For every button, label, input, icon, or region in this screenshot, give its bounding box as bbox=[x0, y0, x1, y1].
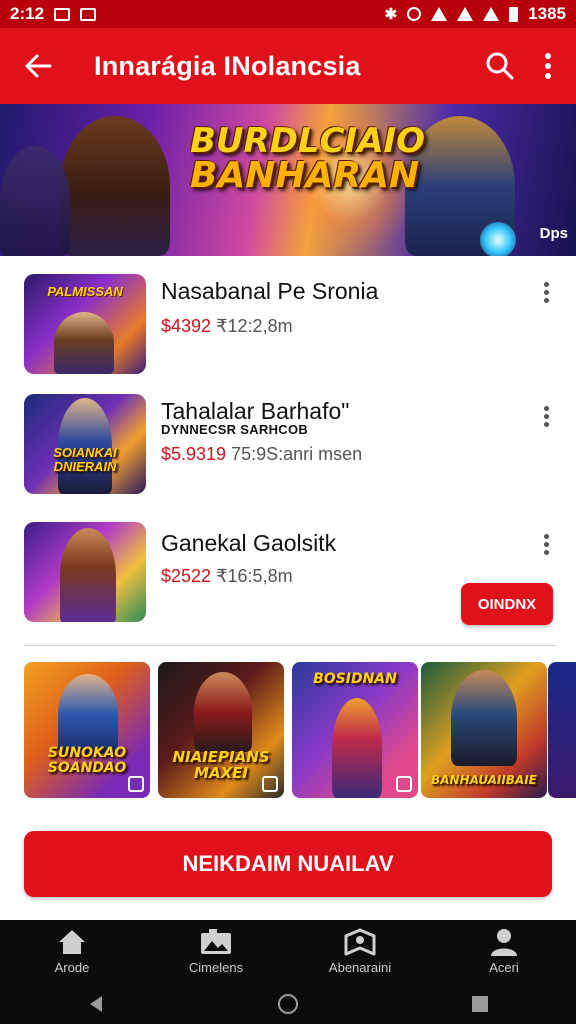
home-icon bbox=[59, 930, 85, 954]
back-triangle-icon[interactable] bbox=[86, 994, 106, 1014]
recents-square-icon[interactable] bbox=[470, 994, 490, 1014]
banner-logo-line2: BANHARAN bbox=[190, 155, 420, 196]
featured-carousel: SUNOKAO SOANDAO NIAIEPIANS MAXEI BOSIDNA… bbox=[0, 662, 576, 800]
list-item[interactable]: SOIANKAI DNIERAIN Tahalalar Barhafo" DYN… bbox=[0, 376, 576, 496]
nav-item-images[interactable]: Cimelens bbox=[144, 920, 288, 984]
carousel-card[interactable]: BOSIDNAN bbox=[292, 662, 418, 798]
thumb-figure bbox=[54, 312, 114, 374]
divider bbox=[24, 645, 556, 646]
wifi-icon bbox=[431, 7, 448, 21]
signal-icon-2 bbox=[483, 7, 500, 21]
item-thumbnail bbox=[24, 522, 146, 622]
item-title: Nasabanal Pe Sronia bbox=[161, 278, 379, 304]
map-icon bbox=[344, 928, 376, 956]
image-icon bbox=[201, 929, 231, 954]
status-bar: 2:12 ✱ 1385 bbox=[0, 0, 576, 28]
item-price-line: $2522 ₹16:5,8m bbox=[161, 566, 293, 587]
card-badge-icon bbox=[128, 776, 144, 792]
item-price-line: $5.9319 75:9S:anri msen bbox=[161, 444, 362, 465]
thumb-title: PALMISSAN bbox=[47, 284, 123, 299]
nav-label: Cimelens bbox=[188, 960, 244, 975]
more-vert-icon bbox=[545, 53, 551, 79]
carousel-card[interactable]: BANHAUAIIBAIE bbox=[421, 662, 547, 798]
nav-label: Abenaraini bbox=[328, 960, 392, 975]
item-meta: 75:9S:anri msen bbox=[231, 444, 363, 464]
nav-item-map[interactable]: Abenaraini bbox=[288, 920, 432, 984]
card-figure bbox=[332, 698, 382, 798]
notification-icon bbox=[54, 7, 71, 21]
battery-text: 1385 bbox=[528, 4, 566, 23]
list-item[interactable]: PALMISSAN Nasabanal Pe Sronia $4392 ₹12:… bbox=[0, 256, 576, 376]
card-badge-icon bbox=[262, 776, 278, 792]
buy-button[interactable]: OINDNX bbox=[461, 583, 553, 625]
card-figure bbox=[58, 674, 118, 754]
banner-hero-left bbox=[60, 116, 170, 256]
banner-logo-line1: BURDLCIAIO bbox=[190, 121, 426, 161]
card-title: SUNOKAO SOANDAO bbox=[47, 745, 127, 776]
card-badge-icon bbox=[396, 776, 412, 792]
carousel-card-partial[interactable] bbox=[548, 662, 576, 798]
person-icon bbox=[491, 929, 517, 956]
banner-logo: BURDLCIAIO BANHARAN bbox=[190, 121, 426, 196]
item-meta: ₹12:2,8m bbox=[216, 316, 293, 336]
item-title: Tahalalar Barhafo" bbox=[161, 398, 350, 424]
banner-corner-text: Dps bbox=[539, 225, 568, 242]
carousel-card[interactable]: SUNOKAO SOANDAO bbox=[24, 662, 150, 798]
item-menu-button[interactable] bbox=[536, 534, 556, 558]
back-button[interactable] bbox=[0, 28, 76, 104]
carousel-card[interactable]: NIAIEPIANS MAXEI bbox=[158, 662, 284, 798]
item-price-line: $4392 ₹12:2,8m bbox=[161, 316, 293, 337]
bluetooth-icon: ✱ bbox=[384, 6, 398, 23]
media-icon bbox=[80, 7, 97, 21]
primary-cta-button[interactable]: NEIKDAIM NUAILAV bbox=[24, 831, 552, 897]
bottom-navigation: Arode Cimelens Abenaraini Aceri bbox=[0, 920, 576, 984]
search-icon bbox=[486, 52, 514, 80]
item-title: Ganekal Gaolsitk bbox=[161, 530, 337, 556]
card-figure bbox=[451, 670, 517, 766]
alarm-icon bbox=[407, 7, 422, 21]
item-menu-button[interactable] bbox=[536, 282, 556, 306]
status-time: 2:12 bbox=[10, 4, 45, 23]
card-figure bbox=[194, 672, 252, 752]
card-title: BANHAUAIIBAIE bbox=[431, 773, 537, 787]
item-meta: ₹16:5,8m bbox=[216, 566, 293, 586]
nav-label: Aceri bbox=[489, 960, 519, 975]
system-navigation bbox=[0, 984, 576, 1024]
nav-item-account[interactable]: Aceri bbox=[432, 920, 576, 984]
item-thumbnail: PALMISSAN bbox=[24, 274, 146, 374]
thumb-figure bbox=[60, 528, 116, 622]
page-title: Innarágia INolancsia bbox=[94, 50, 361, 81]
overflow-menu-button[interactable] bbox=[528, 28, 568, 104]
app-bar: Innarágia INolancsia bbox=[0, 28, 576, 104]
search-button[interactable] bbox=[472, 28, 528, 104]
battery-icon bbox=[509, 6, 519, 22]
hero-banner[interactable]: BURDLCIAIO BANHARAN Dps bbox=[0, 104, 576, 256]
back-arrow-icon bbox=[25, 54, 52, 78]
item-thumbnail: SOIANKAI DNIERAIN bbox=[24, 394, 146, 494]
item-menu-button[interactable] bbox=[536, 406, 556, 430]
item-price: $4392 bbox=[161, 316, 212, 336]
item-price: $2522 bbox=[161, 566, 212, 586]
nav-item-home[interactable]: Arode bbox=[0, 920, 144, 984]
signal-icon bbox=[457, 7, 474, 21]
nav-label: Arode bbox=[54, 960, 90, 975]
item-price: $5.9319 bbox=[161, 444, 227, 464]
banner-hero-left-2 bbox=[0, 146, 70, 256]
home-circle-icon[interactable] bbox=[277, 993, 299, 1015]
banner-orb bbox=[480, 222, 516, 256]
item-subtitle: DYNNECSR SARHCOB bbox=[161, 422, 309, 437]
card-title: BOSIDNAN bbox=[313, 671, 397, 687]
thumb-title: SOIANKAI DNIERAIN bbox=[53, 445, 117, 474]
